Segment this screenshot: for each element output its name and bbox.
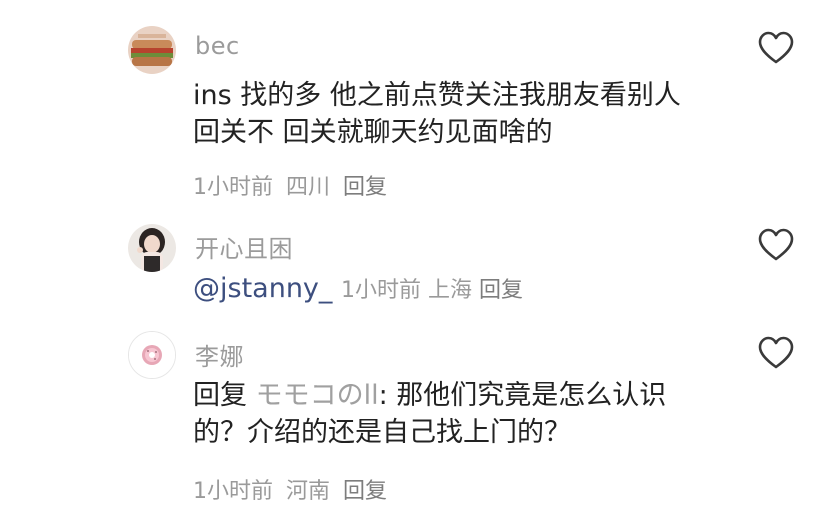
comment-line: 的？介绍的还是自己找上门的？ (193, 417, 571, 448)
reply-button[interactable]: 回复 (479, 278, 523, 303)
reply-target-username[interactable]: モモコのll (256, 380, 379, 411)
girl-photo-avatar (128, 224, 176, 272)
user-avatar[interactable] (128, 26, 176, 74)
mention-link[interactable]: @jstanny_ (193, 273, 332, 304)
heart-outline-icon[interactable] (758, 228, 794, 262)
comment-text: 回复 モモコのll: 那他们究竟是怎么认识 的？介绍的还是自己找上门的？ (193, 377, 713, 451)
sandwich-photo-avatar (128, 26, 176, 74)
reply-button[interactable]: 回复 (343, 479, 387, 504)
heart-outline-icon[interactable] (758, 31, 794, 65)
comment-line: 回复 モモコのll: 那他们究竟是怎么认识 (193, 377, 713, 414)
user-avatar[interactable] (128, 224, 176, 272)
reply-prefix: 回复 (193, 380, 247, 411)
comment-meta: 1小时前 河南 回复 (193, 473, 393, 505)
comment-meta: 1小时前 上海 回复 (341, 278, 523, 303)
comment-time: 1小时前 (193, 479, 273, 504)
comment-location: 河南 (286, 479, 331, 504)
comment-line: ins 找的多 他之前点赞关注我朋友看别人 (193, 80, 681, 111)
username[interactable]: bec (195, 32, 240, 60)
username[interactable]: 李娜 (195, 337, 244, 372)
comment-meta: 1小时前 四川 回复 (193, 169, 393, 201)
donut-avatar (129, 332, 175, 378)
comment-text: ins 找的多 他之前点赞关注我朋友看别人 回关不 回关就聊天约见面啥的 (193, 77, 713, 151)
comment-text: @jstanny_ 1小时前 上海 回复 (193, 270, 753, 309)
reply-button[interactable]: 回复 (343, 175, 387, 200)
heart-outline-icon[interactable] (758, 336, 794, 370)
comment-line: 回关不 回关就聊天约见面啥的 (193, 117, 553, 148)
comment-location: 上海 (428, 278, 473, 303)
username[interactable]: 开心且困 (195, 229, 293, 264)
comment-location: 四川 (286, 175, 331, 200)
comment-time: 1小时前 (193, 175, 273, 200)
comment-line-text: : 那他们究竟是怎么认识 (378, 380, 667, 411)
comment-time: 1小时前 (341, 278, 421, 303)
user-avatar[interactable] (128, 331, 176, 379)
